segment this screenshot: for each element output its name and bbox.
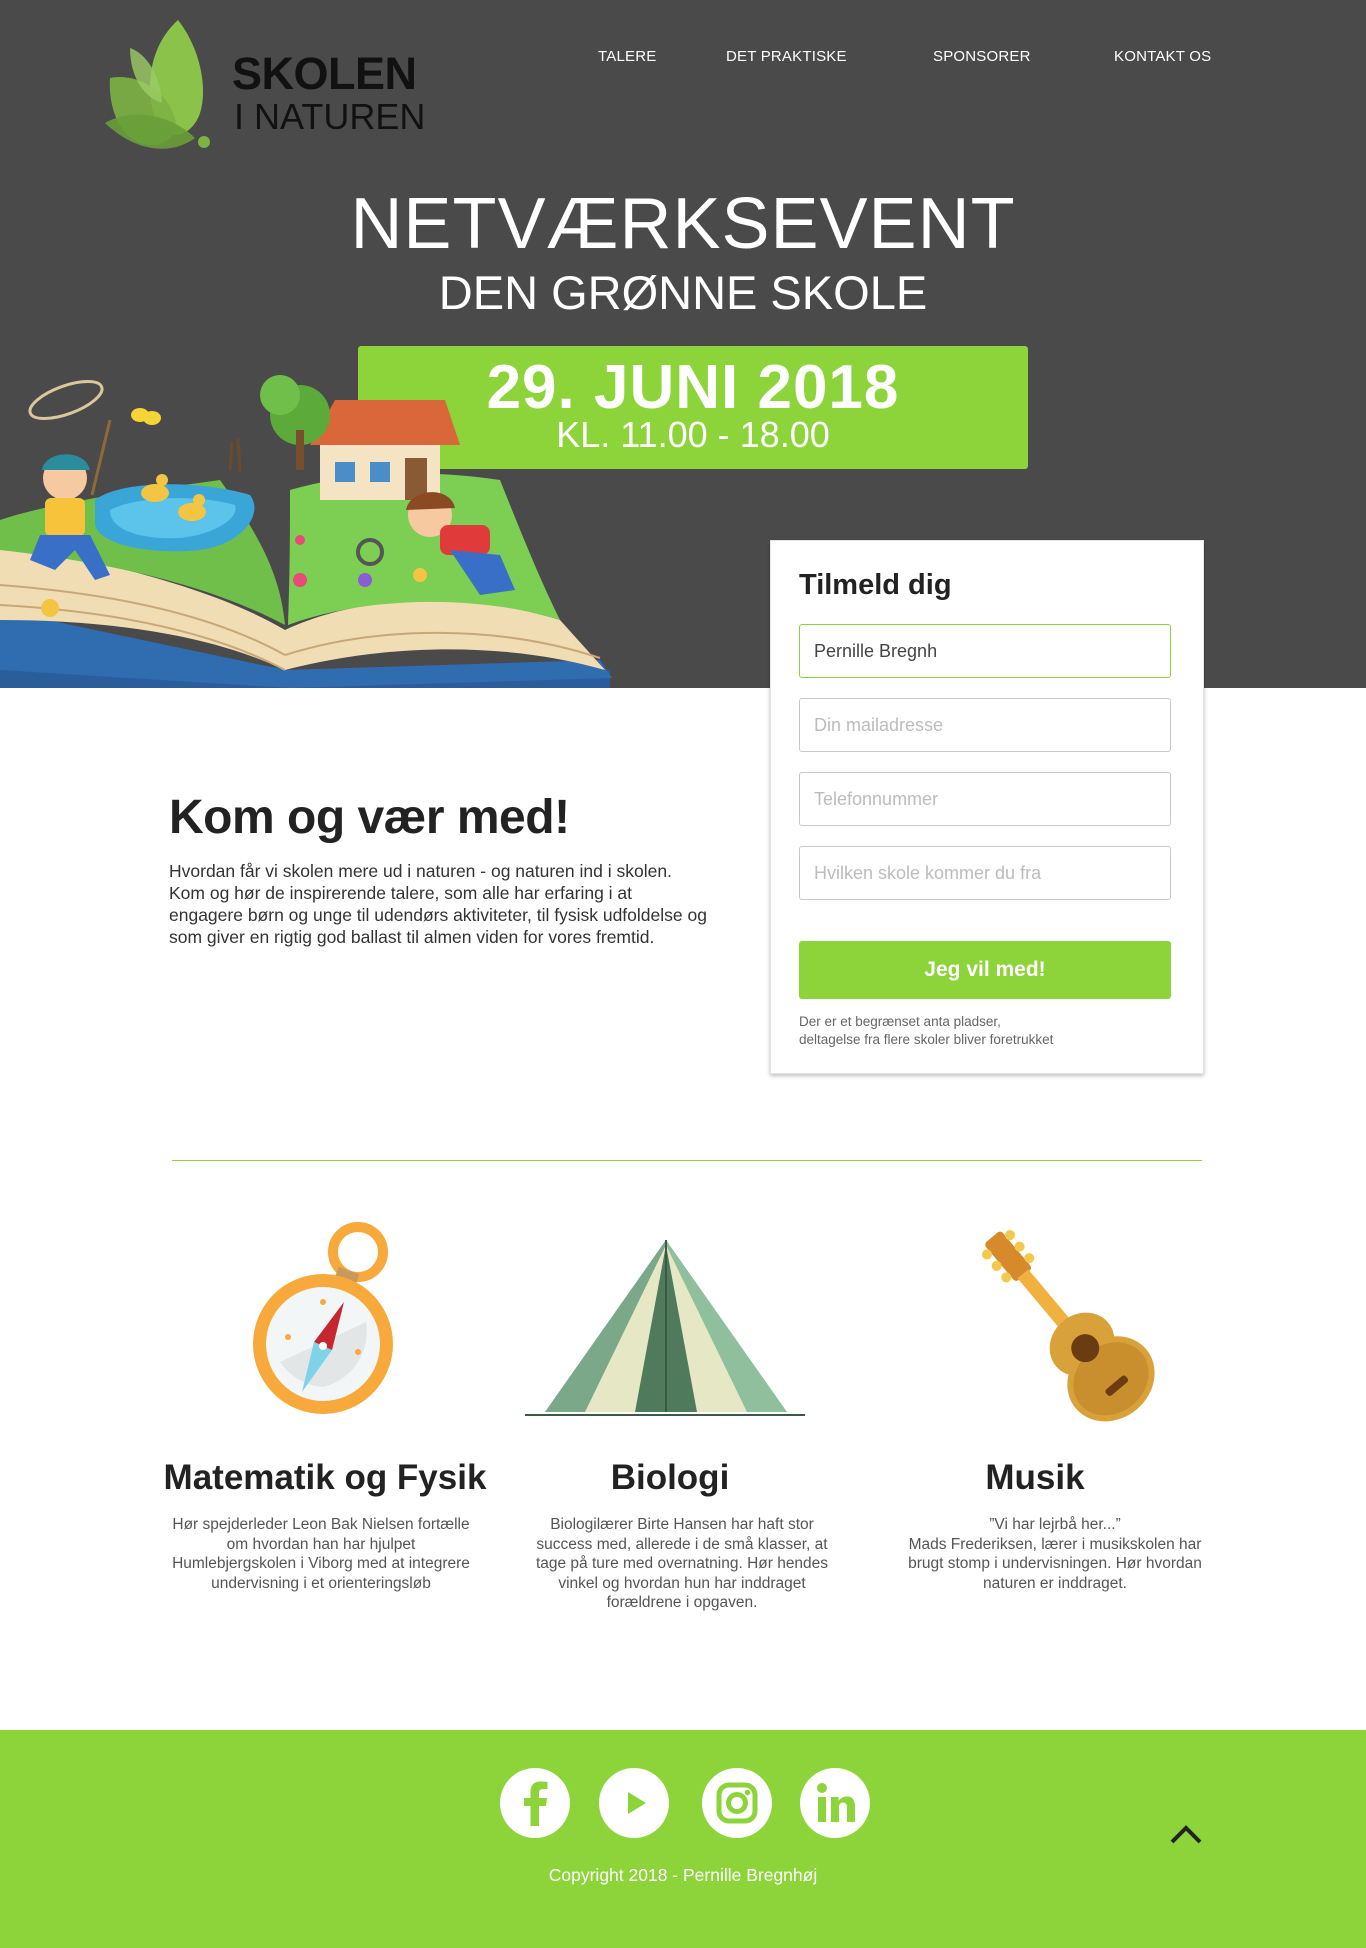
name-input[interactable] xyxy=(799,624,1171,678)
nav-kontakt-os[interactable]: KONTAKT OS xyxy=(1114,48,1211,65)
compass-icon xyxy=(253,1222,393,1414)
school-input[interactable] xyxy=(799,846,1171,900)
topic-title-biologi: Biologi xyxy=(610,1458,730,1497)
nav-sponsorer[interactable]: SPONSORER xyxy=(933,48,1031,65)
topic-body-musik: Mads Frederiksen, lærer i musikskolen ha… xyxy=(908,1535,1202,1592)
intro-text: Hvordan får vi skolen mere ud i naturen … xyxy=(169,861,707,947)
storybook-illustration xyxy=(0,375,612,688)
submit-button[interactable]: Jeg vil med! xyxy=(799,941,1171,999)
footer xyxy=(0,1730,1366,1948)
form-note-line1: Der er et begrænset anta pladser, xyxy=(799,1014,1001,1029)
scroll-top-chevron-icon[interactable] xyxy=(1168,1822,1204,1846)
hero-subtitle: DEN GRØNNE SKOLE xyxy=(438,266,928,319)
form-note-line2: deltagelse fra flere skoler bliver foret… xyxy=(799,1032,1054,1047)
signup-form: Tilmeld dig Jeg vil med! Der er et begræ… xyxy=(770,540,1204,1074)
form-note: Der er et begrænset anta pladser, deltag… xyxy=(799,1013,1053,1049)
topic-quote-musik: ”Vi har lejrbå her...” xyxy=(989,1516,1121,1533)
topic-text-biologi: Biologilærer Birte Hansen har haft stor … xyxy=(535,1516,829,1611)
tent-icon xyxy=(525,1240,805,1416)
nav-talere[interactable]: TALERE xyxy=(598,48,656,65)
site-logo[interactable]: SKOLEN I NATUREN xyxy=(100,18,430,153)
section-divider xyxy=(172,1160,1202,1161)
hero-title: NETVÆRKSEVENT xyxy=(350,184,1016,264)
logo-line2: I NATUREN xyxy=(234,96,426,137)
topic-text-matematik: Hør spejderleder Leon Bak Nielsen fortæl… xyxy=(172,1516,470,1592)
topic-title-matematik: Matematik og Fysik xyxy=(163,1458,487,1497)
linkedin-icon[interactable] xyxy=(800,1768,870,1838)
email-input[interactable] xyxy=(799,698,1171,752)
nav-det-praktiske[interactable]: DET PRAKTISKE xyxy=(726,48,847,65)
instagram-icon[interactable] xyxy=(702,1768,772,1838)
phone-input[interactable] xyxy=(799,772,1171,826)
youtube-icon[interactable] xyxy=(599,1768,669,1838)
guitar-icon xyxy=(981,1230,1155,1422)
intro-heading: Kom og vær med! xyxy=(169,791,570,844)
leaf-logo-icon xyxy=(105,20,210,149)
topic-text-musik: ”Vi har lejrbå her...” Mads Frederiksen,… xyxy=(900,1515,1210,1593)
copyright: Copyright 2018 - Pernille Bregnhøj xyxy=(548,1865,818,1885)
topic-title-musik: Musik xyxy=(985,1458,1085,1497)
form-heading: Tilmeld dig xyxy=(799,569,952,601)
logo-line1: SKOLEN xyxy=(232,48,417,99)
facebook-icon[interactable] xyxy=(500,1768,570,1838)
